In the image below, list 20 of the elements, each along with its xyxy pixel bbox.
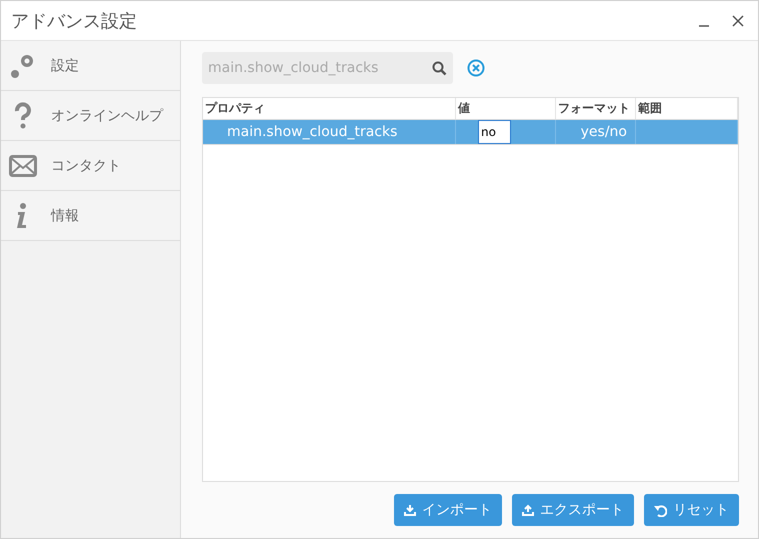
download-icon: [404, 504, 416, 516]
value-input[interactable]: no: [478, 120, 511, 144]
window-title: アドバンス設定: [11, 10, 138, 32]
reset-button[interactable]: リセット: [644, 494, 739, 526]
clear-icon[interactable]: [467, 59, 485, 77]
table-row[interactable]: main.show_cloud_tracks no yes/no: [203, 120, 738, 145]
column-header[interactable]: プロパティ: [203, 98, 456, 119]
column-header[interactable]: 値: [456, 98, 556, 119]
table-cell: yes/no: [556, 120, 636, 144]
upload-icon: [522, 504, 534, 516]
column-header[interactable]: フォーマット: [556, 98, 636, 119]
import-button[interactable]: インポート: [394, 494, 502, 526]
undo-icon: [654, 504, 667, 516]
export-button[interactable]: エクスポート: [512, 494, 634, 526]
info-icon: [17, 203, 29, 228]
envelope-icon: [9, 154, 37, 176]
table-cell: main.show_cloud_tracks: [203, 120, 456, 144]
column-header[interactable]: 範囲: [636, 98, 738, 119]
close-icon[interactable]: [732, 14, 744, 26]
search-icon[interactable]: [432, 61, 447, 76]
